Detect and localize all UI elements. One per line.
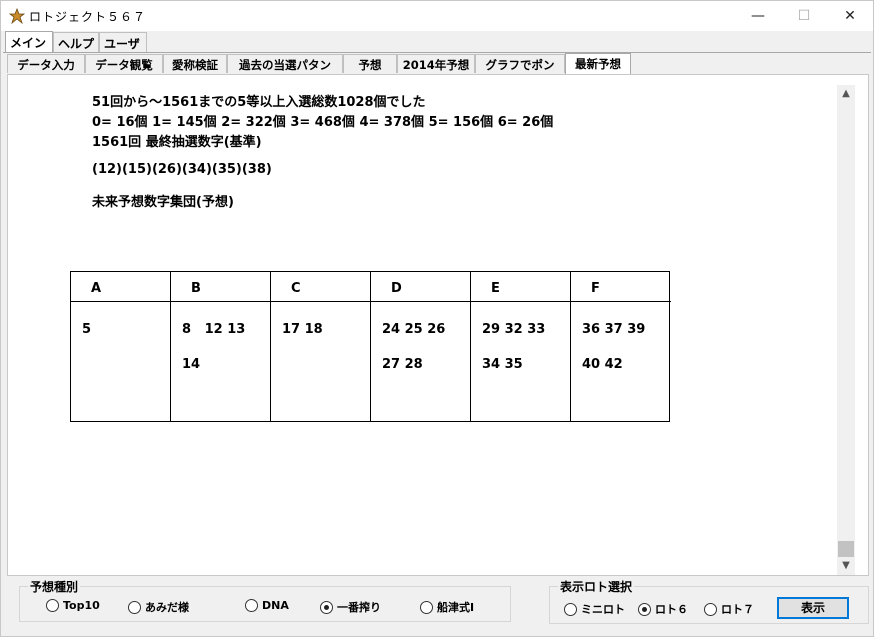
group-label: F	[591, 281, 600, 296]
app-window: ロトジェクト５６７ — ☐ ✕ メイン ヘルプ ユーザ データ入力 データ観覧 …	[0, 0, 874, 637]
base-numbers: (12)(15)(26)(34)(35)(38)	[92, 162, 272, 177]
group-numbers: 17 18	[282, 322, 323, 337]
tab-data-view[interactable]: データ観覧	[85, 54, 163, 73]
group-column-f: F 36 37 39 40 42	[571, 272, 671, 421]
radio-indicator[interactable]	[245, 599, 258, 612]
group-header: E	[471, 272, 570, 302]
group-header: A	[71, 272, 170, 302]
group-column-a: A 5	[71, 272, 171, 421]
radio-label: ロト７	[721, 603, 754, 616]
scroll-down-arrow-icon[interactable]: ▼	[837, 557, 855, 575]
group-label: D	[391, 281, 402, 296]
group-column-b: B 8 12 13 14	[171, 272, 271, 421]
group-numbers: 14	[182, 357, 201, 372]
radio-indicator[interactable]	[128, 600, 141, 614]
content-panel: 51回から～1561までの5等以上入選総数1028個でした 0= 16個 1= …	[7, 74, 869, 576]
tab-2014-prediction[interactable]: 2014年予想	[397, 54, 475, 73]
radio-indicator-selected[interactable]	[638, 602, 651, 616]
window-title: ロトジェクト５６７	[29, 10, 147, 24]
group-numbers: 36 37 39	[582, 322, 646, 337]
group-column-e: E 29 32 33 34 35	[471, 272, 571, 421]
radio-label: あみだ様	[145, 601, 189, 614]
tab-prediction[interactable]: 予想	[343, 54, 397, 73]
radio-label: 船津式Ⅰ	[437, 601, 475, 614]
summary-base-label: 1561回 最終抽選数字(基準)	[92, 135, 262, 150]
group-header: B	[171, 272, 270, 302]
tab-latest-prediction[interactable]: 最新予想	[565, 53, 631, 74]
group-column-c: C 17 18	[271, 272, 371, 421]
close-button[interactable]: ✕	[827, 1, 873, 31]
group-header: F	[571, 272, 671, 302]
group-numbers: 24 25 26	[382, 322, 446, 337]
radio-indicator[interactable]	[564, 602, 577, 616]
tab-user[interactable]: ユーザ	[99, 32, 147, 52]
tab-graph[interactable]: グラフでポン	[475, 54, 565, 73]
tab-help[interactable]: ヘルプ	[53, 32, 99, 52]
tab-nickname-check[interactable]: 愛称検証	[163, 54, 227, 73]
app-icon	[9, 8, 25, 24]
group-numbers: 34 35	[482, 357, 523, 372]
tab-data-input[interactable]: データ入力	[7, 54, 85, 73]
tab-main[interactable]: メイン	[5, 31, 53, 53]
prediction-type-group: 予想種別 Top10 あみだ様 DNA 一番搾り 船津式Ⅰ	[19, 578, 511, 622]
radio-label: ロト６	[655, 603, 688, 616]
lotto-select-title: 表示ロト選択	[558, 578, 635, 595]
vertical-scrollbar[interactable]: ▲ ▼	[837, 85, 855, 575]
radio-label: ミニロト	[581, 603, 625, 616]
scroll-up-arrow-icon[interactable]: ▲	[837, 85, 855, 103]
group-numbers: 29 32 33	[482, 322, 546, 337]
scroll-thumb[interactable]	[838, 541, 854, 557]
prediction-grid: A 5 B 8 12 13 14 C 17 18 D 24 25 26 27 2…	[70, 271, 671, 422]
group-label: B	[191, 281, 201, 296]
title-bar: ロトジェクト５６７ — ☐ ✕	[1, 1, 873, 31]
minimize-button[interactable]: —	[735, 1, 781, 31]
group-numbers: 40 42	[582, 357, 623, 372]
radio-loto7[interactable]: ロト７	[704, 601, 754, 617]
group-column-d: D 24 25 26 27 28	[371, 272, 471, 421]
radio-dna[interactable]: DNA	[245, 599, 289, 612]
radio-indicator[interactable]	[704, 602, 717, 616]
radio-top10[interactable]: Top10	[46, 599, 100, 612]
summary-total: 51回から～1561までの5等以上入選総数1028個でした	[92, 95, 426, 110]
radio-funatsu[interactable]: 船津式Ⅰ	[420, 599, 474, 615]
radio-indicator-selected[interactable]	[320, 600, 333, 614]
prediction-type-title: 予想種別	[28, 578, 81, 595]
radio-loto6[interactable]: ロト６	[638, 601, 688, 617]
radio-miniloto[interactable]: ミニロト	[564, 601, 625, 617]
radio-indicator[interactable]	[46, 599, 59, 612]
radio-amida[interactable]: あみだ様	[128, 599, 189, 615]
radio-label: 一番搾り	[337, 601, 381, 614]
group-numbers: 5	[82, 322, 92, 337]
radio-label: DNA	[262, 599, 289, 612]
group-header: D	[371, 272, 470, 302]
group-numbers: 27 28	[382, 357, 423, 372]
group-header: C	[271, 272, 370, 302]
radio-label: Top10	[63, 599, 100, 612]
radio-ichiban[interactable]: 一番搾り	[320, 599, 381, 615]
tab-past-patterns[interactable]: 過去の当選パタン	[227, 54, 343, 73]
group-numbers: 8 12 13	[182, 322, 246, 337]
radio-indicator[interactable]	[420, 600, 433, 614]
group-label: A	[91, 281, 102, 296]
maximize-button[interactable]: ☐	[781, 1, 827, 31]
show-button[interactable]: 表示	[777, 597, 849, 619]
future-group-title: 未来予想数字集団(予想)	[92, 195, 234, 210]
group-label: C	[291, 281, 301, 296]
tab-divider	[3, 52, 871, 53]
group-label: E	[491, 281, 500, 296]
summary-counts: 0= 16個 1= 145個 2= 322個 3= 468個 4= 378個 5…	[92, 115, 554, 130]
